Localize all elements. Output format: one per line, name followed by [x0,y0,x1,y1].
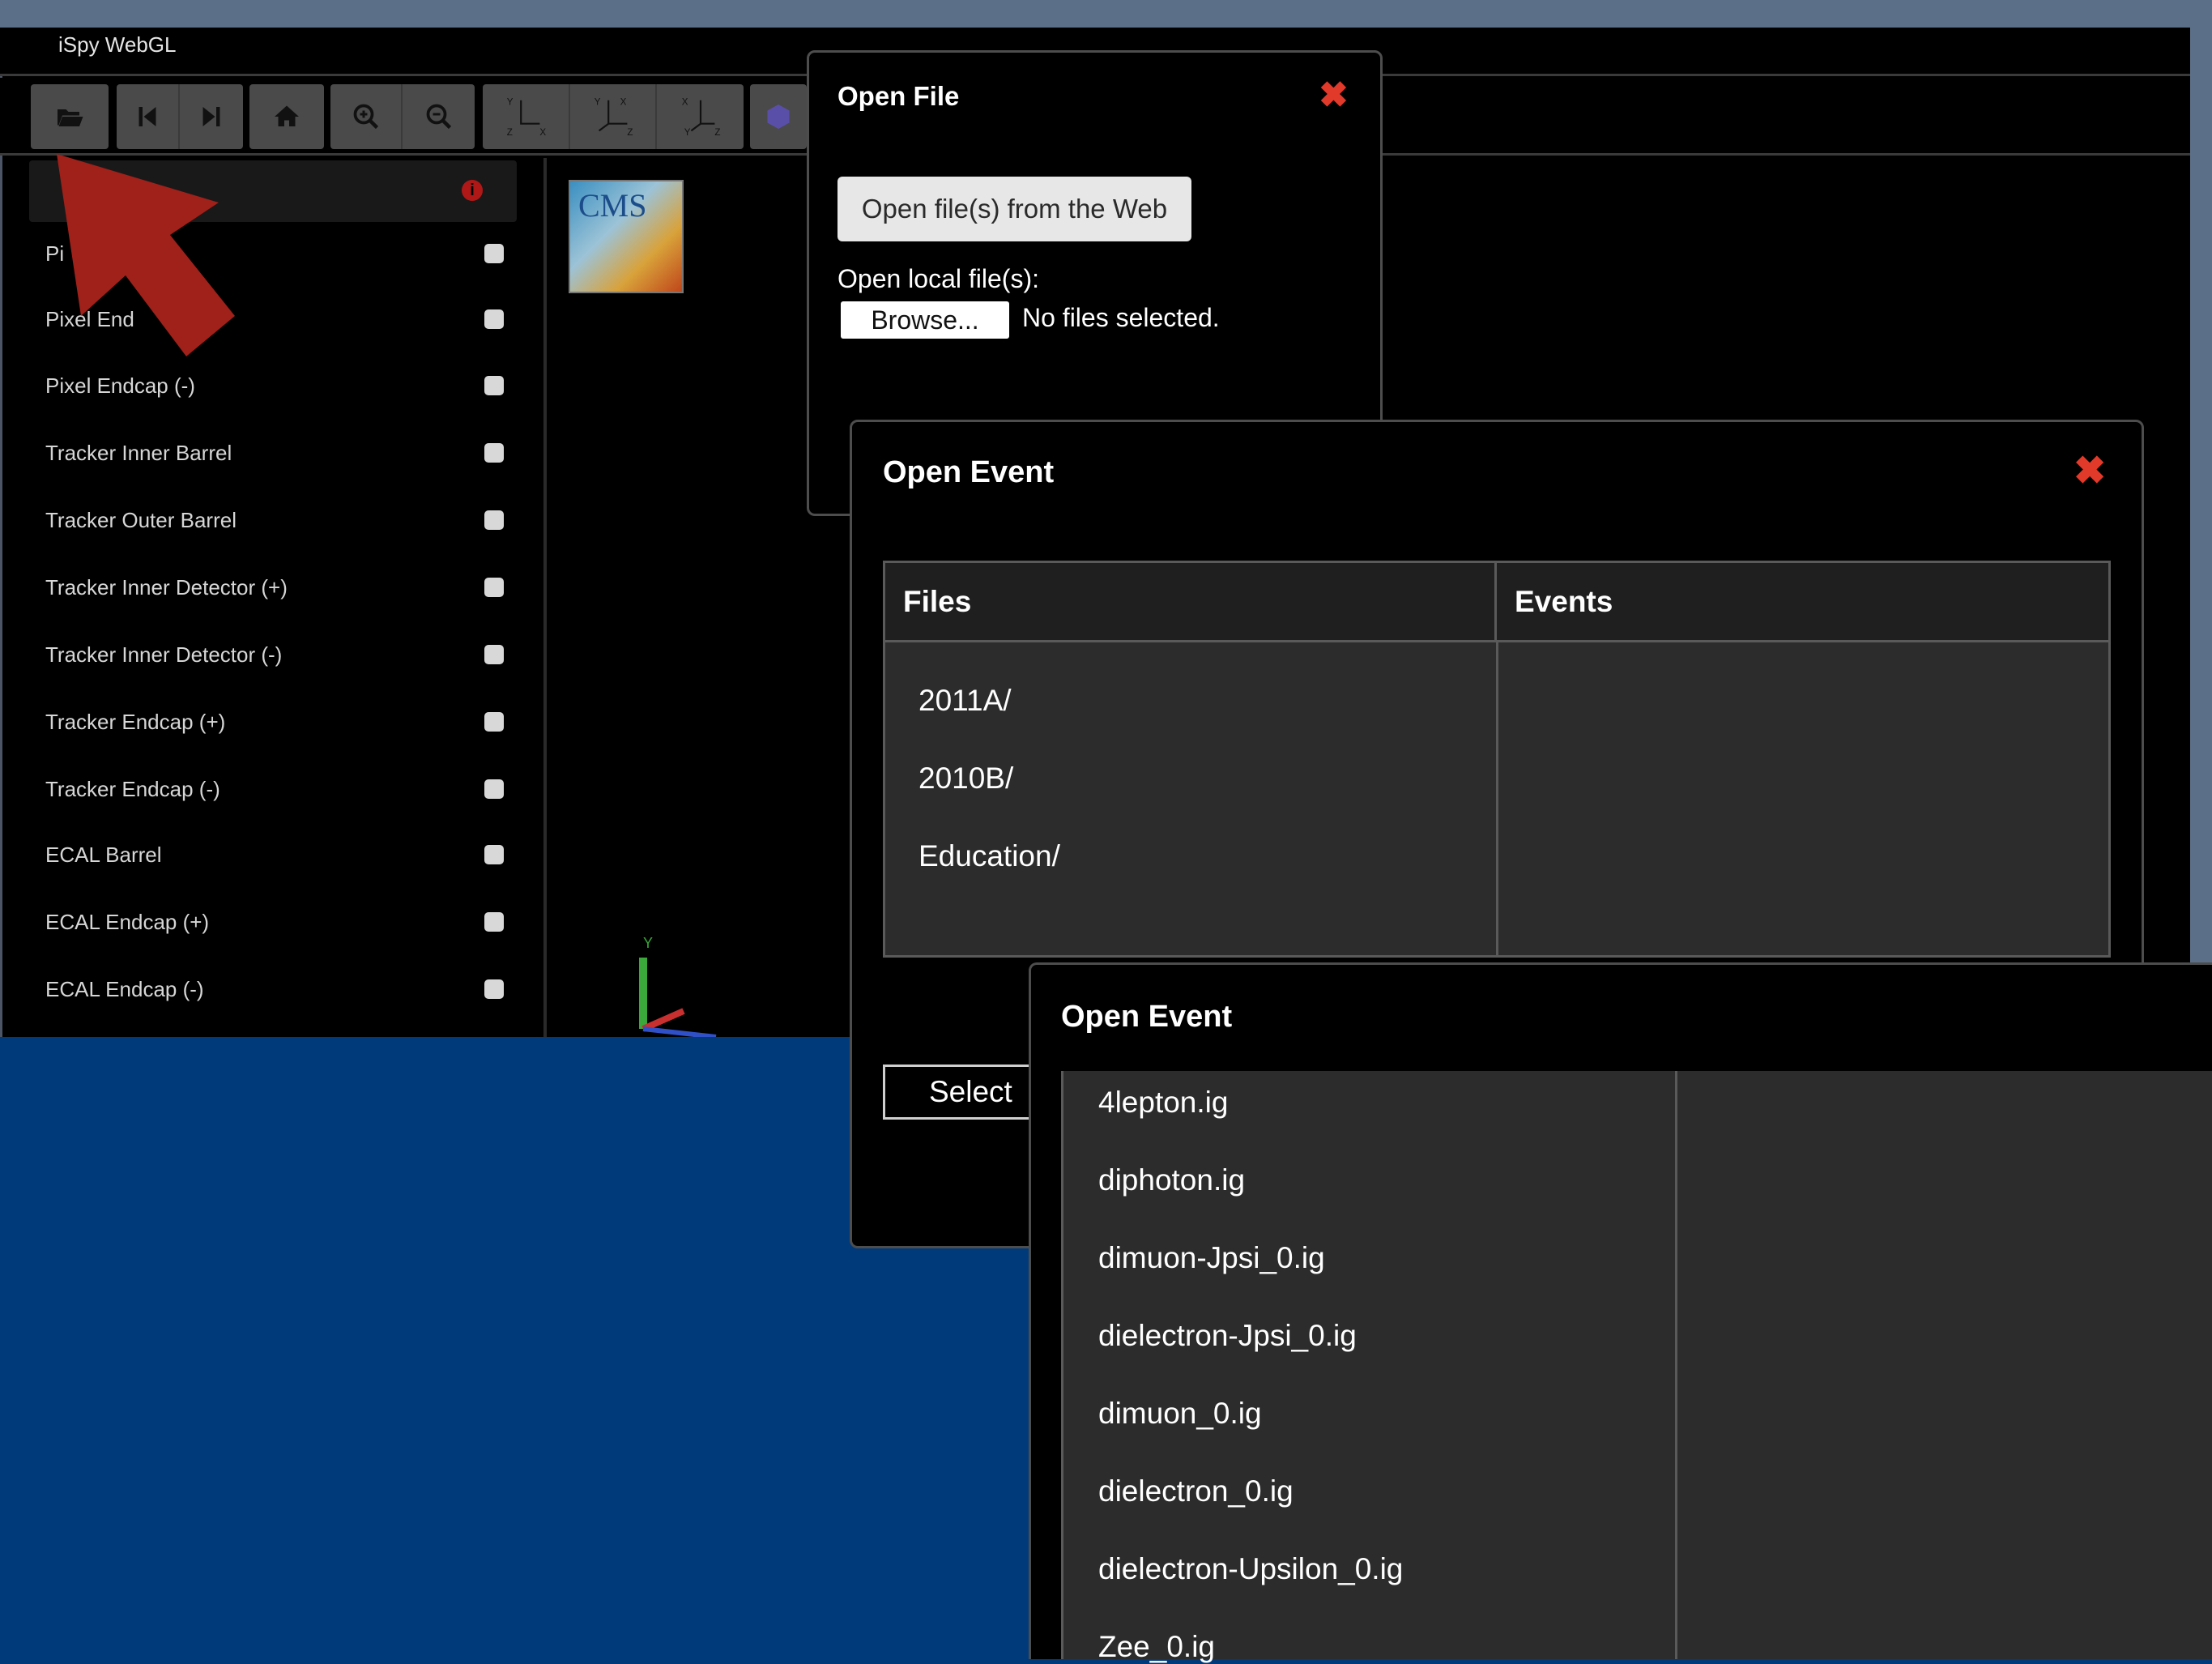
sidebar-item[interactable]: ECAL Barrel [45,830,515,879]
svg-text:Y: Y [643,935,653,951]
view-xy-button[interactable]: X Y Z [657,84,744,149]
visibility-checkbox[interactable] [484,510,504,530]
sidebar-item-label: Tracker Inner Barrel [45,440,232,465]
events-column-header: Events [1497,563,2108,642]
zoom-in-icon [353,104,378,130]
svg-text:Y: Y [684,127,690,138]
prev-event-button[interactable] [117,84,180,149]
visibility-checkbox[interactable] [484,244,504,263]
browse-button[interactable]: Browse... [841,301,1009,339]
event-file-item[interactable]: 4lepton.ig [1098,1086,1228,1120]
event-file-item[interactable]: dielectron_0.ig [1098,1474,1294,1508]
home-icon [275,105,299,126]
axes-xyz-icon: Y X Z [594,97,633,139]
toolbar-group-views: Y Z X Y X Z X Y Z [483,84,744,149]
visibility-checkbox[interactable] [484,376,504,395]
cms-logo: CMS [569,180,684,293]
folder-item[interactable]: 2010B/ [918,762,1013,796]
visibility-checkbox[interactable] [484,912,504,932]
event-file-item[interactable]: dielectron-Upsilon_0.ig [1098,1552,1403,1586]
sidebar-item[interactable]: ECAL Endcap (+) [45,898,515,946]
event-file-item[interactable]: dielectron-Jpsi_0.ig [1098,1319,1357,1353]
sidebar-item-label: Pixel Endcap (-) [45,373,195,398]
local-file-label: Open local file(s): [837,264,1039,293]
sidebar-item-label: ECAL Endcap (-) [45,976,204,1001]
view-3d-button[interactable] [750,84,807,149]
window-frame-top [0,0,2212,28]
axes-gizmo-icon: Y [639,935,717,1037]
next-event-button[interactable] [180,84,243,149]
sidebar-item[interactable]: Tracker Outer Barrel [45,496,515,544]
event-file-item[interactable]: dimuon_0.ig [1098,1397,1262,1431]
visibility-checkbox[interactable] [484,779,504,799]
sidebar-item-label: Tracker Endcap (-) [45,776,220,801]
close-icon[interactable]: ✖ [1319,78,1349,113]
toolbar-group-file [31,84,109,149]
sidebar-item-label: Tracker Outer Barrel [45,507,237,532]
sidebar-item-label: Tracker Inner Detector (-) [45,642,283,667]
open-file-button[interactable] [31,84,109,149]
home-button[interactable] [249,84,324,149]
folder-open-icon [58,109,83,126]
column-divider [1496,642,1498,955]
axes-yx-icon: Y Z X [507,97,547,139]
sidebar-item[interactable]: Tracker Inner Detector (+) [45,563,515,612]
visibility-checkbox[interactable] [484,645,504,664]
visibility-checkbox[interactable] [484,845,504,864]
toolbar-group-zoom [330,84,475,149]
folder-item[interactable]: 2011A/ [918,684,1012,718]
svg-text:X: X [681,97,688,108]
sidebar-item[interactable]: Tracker Endcap (-) [45,765,515,813]
svg-text:X: X [539,127,546,138]
sidebar-item[interactable]: ECAL Endcap (-) [45,965,515,1013]
dialog-title: Open File [837,81,960,111]
zoom-out-icon [426,104,451,130]
svg-text:Y: Y [594,97,600,108]
sidebar-item[interactable]: Tracker Inner Detector (-) [45,630,515,679]
toolbar-group-nav [117,84,243,149]
visibility-checkbox[interactable] [484,979,504,999]
visibility-checkbox[interactable] [484,309,504,329]
sidebar-item-label: ECAL Barrel [45,842,162,867]
files-column-header: Files [885,563,1497,642]
cube-icon [767,105,790,129]
view-xyz-button[interactable]: Y X Z [570,84,657,149]
app-title: iSpy WebGL [58,32,177,57]
sidebar-item[interactable]: Tracker Endcap (+) [45,698,515,746]
svg-text:Y: Y [507,97,514,108]
annotation-arrow-icon [57,154,235,356]
sidebar-item[interactable]: Tracker Inner Barrel [45,429,515,477]
visibility-checkbox[interactable] [484,578,504,597]
toolbar-group-3d [750,84,807,149]
svg-text:Z: Z [507,127,513,138]
event-file-item[interactable]: dimuon-Jpsi_0.ig [1098,1241,1325,1275]
dialog-title: Open Event [883,455,1055,489]
svg-text:Z: Z [627,127,633,138]
zoom-out-button[interactable] [403,84,475,149]
sidebar-item-label: Tracker Inner Detector (+) [45,574,288,599]
svg-text:Z: Z [714,127,720,138]
view-yz-button[interactable]: Y Z X [483,84,570,149]
event-file-item[interactable]: diphoton.ig [1098,1163,1245,1197]
svg-text:X: X [620,97,626,108]
sidebar-item-label: ECAL Endcap (+) [45,909,210,934]
sidebar-item[interactable]: Pixel Endcap (-) [45,361,515,410]
file-status-text: No files selected. [1022,303,1220,332]
toolbar-group-home [249,84,324,149]
visibility-checkbox[interactable] [484,443,504,463]
info-icon[interactable]: i [462,180,483,201]
select-button[interactable]: Select [883,1065,1045,1120]
close-icon[interactable]: ✖ [2073,452,2106,491]
step-forward-icon [202,107,220,126]
dialog-title: Open Event [1061,1000,1233,1034]
step-backward-icon [139,107,156,126]
column-divider [1675,1071,1677,1659]
visibility-checkbox[interactable] [484,712,504,732]
open-from-web-button[interactable]: Open file(s) from the Web [837,177,1191,241]
zoom-in-button[interactable] [330,84,403,149]
axes-xy-icon: X Y Z [681,97,720,139]
folder-item[interactable]: Education/ [918,839,1060,873]
sidebar-item-label: Tracker Endcap (+) [45,709,226,734]
